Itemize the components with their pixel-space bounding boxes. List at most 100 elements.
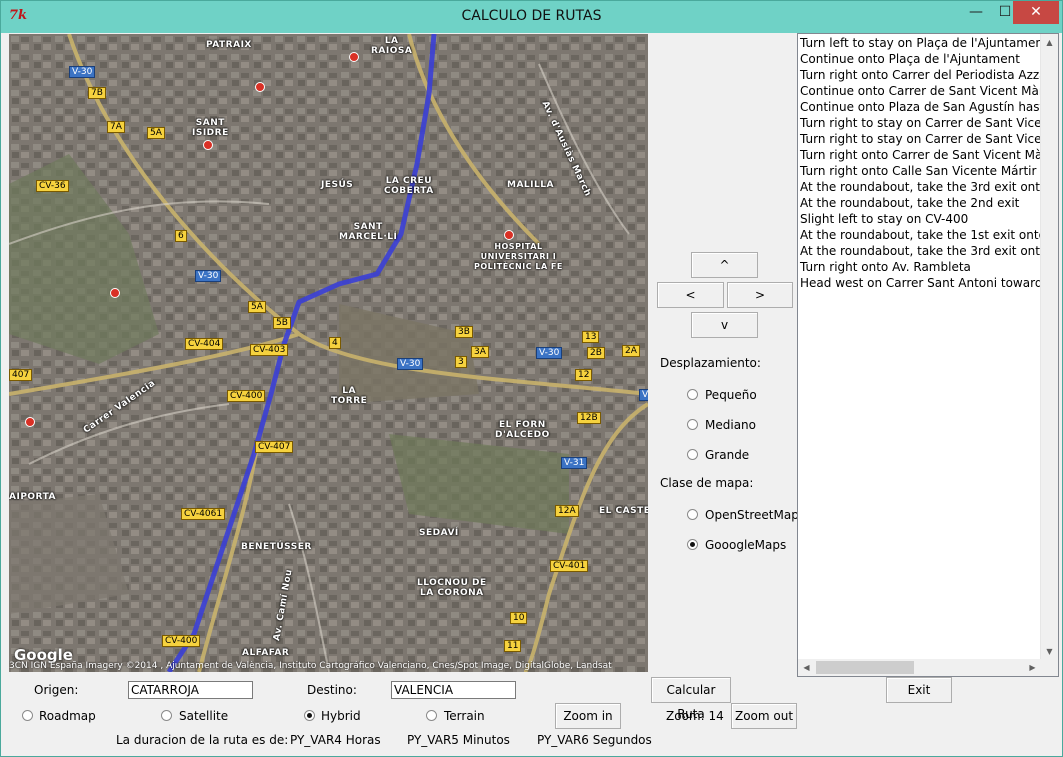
radio-googlemaps[interactable] [687, 539, 698, 550]
clase-mapa-label: Clase de mapa: [660, 476, 754, 490]
road-shield: 2A [622, 345, 640, 357]
direction-step[interactable]: Turn right to stay on Carrer de Sant Vic… [799, 131, 1042, 147]
poi-marker-icon[interactable] [349, 52, 359, 62]
radio-grande[interactable] [687, 449, 698, 460]
road-shield: 3B [455, 326, 473, 338]
direction-step[interactable]: Turn left to stay on Plaça de l'Ajuntame… [799, 35, 1042, 51]
road-shield: V-30 [397, 358, 424, 370]
pan-up-button[interactable]: ^ [691, 252, 758, 278]
road-shield: 3 [455, 356, 467, 368]
map-label: LA RAIOSA [371, 36, 413, 56]
direction-step[interactable]: Turn right to stay on Carrer de Sant Vic… [799, 115, 1042, 131]
radio-mediano-label[interactable]: Mediano [705, 418, 756, 432]
poi-marker-icon[interactable] [203, 140, 213, 150]
directions-list[interactable]: Turn left to stay on Plaça de l'Ajuntame… [799, 35, 1042, 661]
pan-left-button[interactable]: < [657, 282, 724, 308]
road-shield: 407 [9, 369, 33, 381]
map-label: LLOCNOU DE LA CORONA [417, 578, 487, 598]
road-shield: CV-403 [250, 344, 289, 356]
direction-step[interactable]: At the roundabout, take the 1st exit ont… [799, 227, 1042, 243]
radio-pequeno-label[interactable]: Pequeño [705, 388, 757, 402]
radio-satellite[interactable] [161, 710, 172, 721]
radio-mediano[interactable] [687, 419, 698, 430]
directions-listbox[interactable]: Turn left to stay on Plaça de l'Ajuntame… [797, 33, 1059, 677]
map-label: EL CASTELL [599, 506, 648, 516]
road-shield: CV-36 [36, 180, 69, 192]
radio-openstreetmap-label[interactable]: OpenStreetMap [705, 508, 799, 522]
poi-marker-icon[interactable] [504, 230, 514, 240]
close-button[interactable]: ✕ [1013, 0, 1059, 24]
duration-seconds: PY_VAR6 Segundos [537, 733, 652, 747]
radio-openstreetmap[interactable] [687, 509, 698, 520]
direction-step[interactable]: Turn right onto Carrer del Periodista Az… [799, 67, 1042, 83]
radio-satellite-label[interactable]: Satellite [179, 709, 228, 723]
origen-input[interactable]: CATARROJA [128, 681, 253, 699]
radio-pequeno[interactable] [687, 389, 698, 400]
direction-step[interactable]: Slight left to stay on CV-400 [799, 211, 1042, 227]
road-shield: V-30 [536, 347, 563, 359]
road-shield: 5A [147, 127, 165, 139]
direction-step[interactable]: Turn right onto Calle San Vicente Mártir… [799, 163, 1042, 179]
radio-roadmap[interactable] [22, 710, 33, 721]
map-label: ALFAFAR [242, 648, 290, 658]
road-shield: 4 [329, 337, 341, 349]
poi-marker-icon[interactable] [110, 288, 120, 298]
radio-hybrid[interactable] [304, 710, 315, 721]
horizontal-scrollbar[interactable]: ◀ ▶ [798, 659, 1058, 676]
title-bar: 7k CALCULO DE RUTAS — ☐ ✕ [0, 0, 1063, 33]
road-shield: 7A [107, 121, 125, 133]
road-shield: V-30 [195, 270, 222, 282]
desplazamiento-label: Desplazamiento: [660, 356, 761, 370]
pan-right-button[interactable]: > [727, 282, 793, 308]
radio-grande-label[interactable]: Grande [705, 448, 749, 462]
direction-step[interactable]: Turn right onto Carrer de Sant Vicent Mà… [799, 147, 1042, 163]
road-shield: V-31 [561, 457, 588, 469]
duration-hours: PY_VAR4 Horas [290, 733, 381, 747]
pan-down-button[interactable]: v [691, 312, 758, 338]
direction-step[interactable]: At the roundabout, take the 3rd exit ont… [799, 243, 1042, 259]
poi-marker-icon[interactable] [25, 417, 35, 427]
radio-terrain-label[interactable]: Terrain [444, 709, 485, 723]
map-canvas[interactable]: PATRAIX LA RAIOSA SANT ISIDRE JESÚS LA C… [9, 34, 648, 672]
window-title: CALCULO DE RUTAS [461, 8, 602, 24]
map-label: AIPORTA [9, 492, 56, 502]
exit-button[interactable]: Exit [886, 677, 952, 703]
road-shield: CV-404 [185, 338, 224, 350]
scroll-left-arrow-icon[interactable]: ◀ [798, 659, 815, 676]
map-attribution: 3CN IGN España Imagery ©2014 , Ajuntamen… [9, 661, 612, 671]
poi-marker-icon[interactable] [255, 82, 265, 92]
zoom-in-button[interactable]: Zoom in [555, 703, 621, 729]
map-label: SANT ISIDRE [192, 118, 229, 138]
map-label: LA CREU COBERTA [384, 176, 434, 196]
direction-step[interactable]: At the roundabout, take the 2nd exit [799, 195, 1042, 211]
road-shield: V [639, 389, 648, 401]
road-shield: 5A [248, 301, 266, 313]
zoom-out-button[interactable]: Zoom out [731, 703, 797, 729]
radio-terrain[interactable] [426, 710, 437, 721]
map-label: HOSPITAL UNIVERSITARI I POLITÈCNIC LA FE [474, 242, 563, 271]
scroll-right-arrow-icon[interactable]: ▶ [1024, 659, 1041, 676]
duration-label: La duracion de la ruta es de: [116, 733, 289, 747]
direction-step[interactable]: Continue onto Plaça de l'Ajuntament [799, 51, 1042, 67]
radio-googlemaps-label[interactable]: GooogleMaps [705, 538, 786, 552]
road-shield: 12A [555, 505, 579, 517]
direction-step[interactable]: At the roundabout, take the 3rd exit ont… [799, 179, 1042, 195]
road-shield: 11 [504, 640, 522, 652]
radio-hybrid-label[interactable]: Hybrid [321, 709, 361, 723]
road-shield: 5B [273, 317, 291, 329]
direction-step[interactable]: Continue onto Carrer de Sant Vicent Màrt… [799, 83, 1042, 99]
duration-minutes: PY_VAR5 Minutos [407, 733, 510, 747]
scroll-down-arrow-icon[interactable]: ▼ [1041, 643, 1058, 660]
origen-label: Origen: [34, 683, 79, 697]
vertical-scrollbar[interactable]: ▲ ▼ [1040, 34, 1058, 660]
destino-input[interactable]: VALENCIA [391, 681, 516, 699]
calcular-ruta-button[interactable]: Calcular Ruta [651, 677, 731, 721]
road-shield: 3A [471, 346, 489, 358]
scroll-up-arrow-icon[interactable]: ▲ [1041, 34, 1058, 51]
radio-roadmap-label[interactable]: Roadmap [39, 709, 96, 723]
direction-step[interactable]: Head west on Carrer Sant Antoni toward C… [799, 275, 1042, 291]
direction-step[interactable]: Turn right onto Av. Rambleta [799, 259, 1042, 275]
direction-step[interactable]: Continue onto Plaza de San Agustín hasta… [799, 99, 1042, 115]
road-shield: CV-401 [550, 560, 589, 572]
scroll-thumb[interactable] [816, 661, 914, 674]
